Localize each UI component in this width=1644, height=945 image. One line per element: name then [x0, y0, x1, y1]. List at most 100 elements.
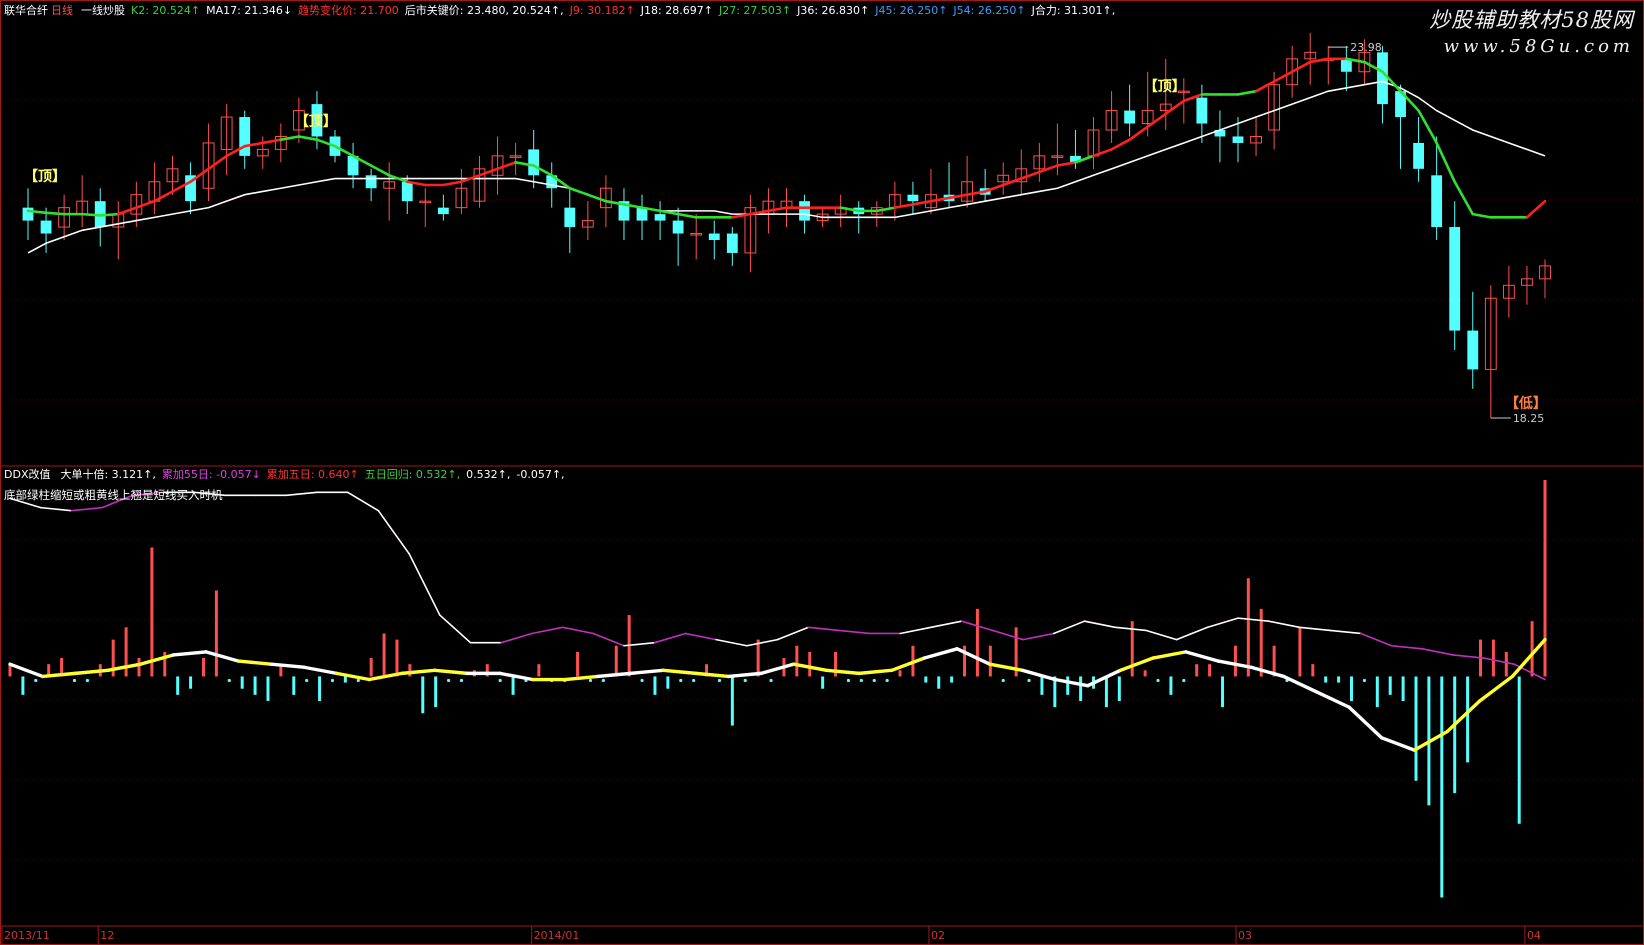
watermark-title: 炒股辅助教材58股网 — [1429, 8, 1634, 32]
price-mark-1: 18.25 — [1513, 412, 1545, 425]
candle — [618, 188, 630, 240]
k-line-segment — [1128, 125, 1149, 142]
ddx-fast-line — [269, 662, 306, 669]
ddx-fast-line — [759, 662, 796, 676]
candle-body-down — [564, 207, 576, 228]
price-panel: 23.98 18.25 — [22, 32, 1551, 425]
ddx-slow-line — [838, 629, 871, 635]
ddx-slow-line — [438, 614, 472, 644]
k-line-segment — [1019, 170, 1041, 180]
ddx-slow-line — [776, 626, 810, 641]
ddx-fast-line — [824, 668, 861, 676]
ddx-slow-line — [346, 491, 380, 512]
candle — [1015, 149, 1028, 195]
signal-tag-2: 【顶】 — [1143, 78, 1186, 95]
watermark: 炒股辅助教材58股网 www.58Gu.com — [1429, 4, 1634, 57]
k-line-segment — [1453, 180, 1475, 216]
ddx-dot — [743, 678, 747, 683]
sub-indicator-header: DDX改值 大单十倍: 3.121↑, 累加55日: -0.057↓ 累加五日: 0.… — [4, 468, 577, 482]
candle-body-down — [1449, 227, 1461, 331]
ddx-slow-line — [1267, 620, 1301, 629]
candle — [564, 188, 576, 253]
k-line-segment — [1525, 199, 1547, 219]
candle — [1521, 265, 1533, 305]
ddx-dot — [601, 678, 605, 683]
sub-header-value-4: 0.532↑, — [466, 468, 511, 481]
candle-body-down — [1413, 142, 1425, 169]
candle — [239, 110, 251, 169]
header-value-10: J合力: 31.301↑, — [1031, 4, 1116, 17]
k-line-segment — [369, 164, 391, 177]
ddx-dot — [588, 678, 593, 683]
ddx-slow-line — [408, 552, 441, 616]
k-line-segment — [153, 190, 174, 203]
ddx-slow-line — [1206, 617, 1239, 629]
ddx-slow-line — [1022, 632, 1055, 641]
candle — [274, 123, 287, 163]
ddx-dot — [640, 678, 644, 683]
ddx-slow-line — [1329, 629, 1362, 635]
k-line-segment — [1056, 161, 1077, 167]
k-line-segment — [297, 135, 319, 142]
candle-body-down — [239, 117, 251, 156]
ddx-slow-line — [1482, 657, 1516, 665]
ddx-slow-line — [1421, 648, 1454, 656]
candle-body-down — [1467, 330, 1479, 370]
candle — [1304, 32, 1317, 85]
ddx-fast-line — [498, 671, 535, 682]
ddx-dot — [717, 678, 722, 683]
ddx-fast-line — [432, 668, 469, 676]
ddx-dot — [679, 678, 683, 683]
candle — [22, 188, 34, 240]
ddx-dot — [769, 678, 773, 683]
k-line-segment — [1092, 148, 1113, 158]
candle-body-down — [708, 233, 720, 240]
k-line-segment — [1236, 89, 1258, 96]
candle — [1033, 142, 1046, 182]
k-line-segment — [1146, 112, 1168, 129]
ddx-fast-line — [334, 671, 371, 682]
ddx-fast-line — [302, 665, 339, 676]
date-label-3: 02 — [930, 929, 945, 942]
ddx-dot — [1156, 678, 1160, 683]
candle — [455, 168, 468, 215]
sub-header-value-5: -0.057↑, — [516, 468, 565, 481]
ddx-dot — [498, 678, 502, 683]
candle — [1484, 285, 1497, 418]
ddx-fast-line — [596, 671, 633, 679]
candle-body-down — [726, 233, 738, 253]
ddx-dot — [85, 678, 89, 683]
candle — [1250, 117, 1262, 156]
ddx-slow-line — [1390, 644, 1423, 650]
sub-header-value-2: 累加五日: 0.640↑ — [266, 468, 359, 481]
header-value-5: J18: 28.697↑ — [640, 4, 713, 17]
candle-body-down — [437, 207, 449, 215]
candle — [979, 168, 991, 202]
ddx-dot — [1027, 678, 1031, 683]
candle — [1395, 84, 1406, 169]
ddx-slow-line — [1145, 629, 1178, 641]
candle — [925, 168, 937, 215]
signal-tag-0: 【顶】 — [24, 169, 67, 186]
ddx-fast-line — [857, 668, 894, 676]
candle — [1087, 117, 1100, 169]
ddx-fast-line — [236, 659, 273, 666]
candle — [202, 123, 215, 202]
candle — [437, 194, 449, 221]
ddx-dot — [692, 678, 696, 683]
hint-text: 底部绿柱缩短或粗黄线上翘是短线买入时机 — [4, 488, 223, 502]
k-line-segment — [1290, 60, 1312, 74]
ddx-dot — [227, 678, 231, 683]
date-label-4: 03 — [1237, 929, 1252, 942]
k-line-segment — [911, 199, 933, 206]
period-label[interactable]: 日线 — [51, 4, 73, 17]
ddx-slow-line — [592, 632, 625, 647]
header-value-4: J9: 30.182↑ — [569, 4, 635, 17]
candle — [907, 181, 919, 215]
candle — [473, 155, 486, 208]
header-value-7: J36: 26.830↑ — [797, 4, 870, 17]
ddx-slow-line — [715, 638, 748, 647]
candle — [509, 142, 522, 176]
ddx-slow-line — [1083, 620, 1116, 629]
candle — [220, 104, 233, 176]
